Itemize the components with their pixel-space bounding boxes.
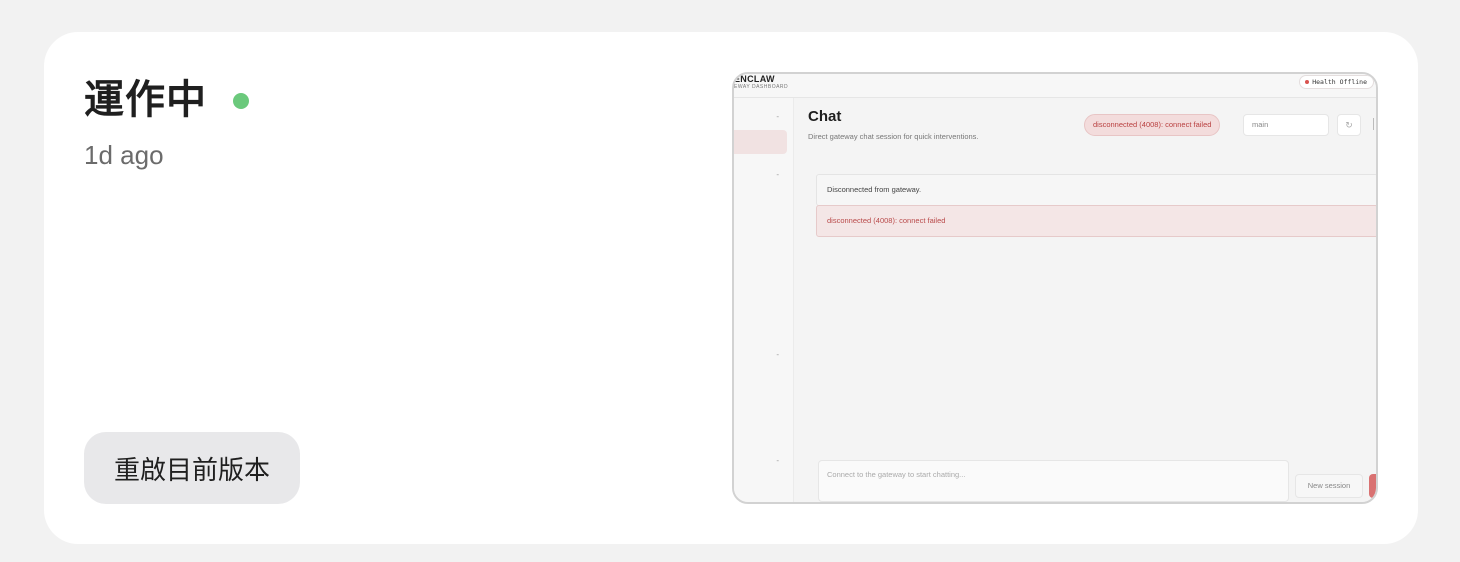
status-card: 運作中 1d ago 重啟目前版本 ENCLAW EWAY DASHBOARD … (44, 32, 1418, 544)
sidebar-dash: - (776, 350, 779, 359)
new-session-button: New session (1295, 474, 1363, 498)
connection-status-badge: disconnected (4008): connect failed (1084, 114, 1221, 136)
preview-brand: ENCLAW (734, 74, 775, 84)
refresh-icon: ↻ (1337, 114, 1361, 136)
last-updated: 1d ago (84, 140, 164, 170)
restart-current-version-button[interactable]: 重啟目前版本 (84, 432, 300, 504)
preview-brand-subtitle: EWAY DASHBOARD (734, 84, 789, 90)
chat-message-error: disconnected (4008): connect failed (816, 205, 1376, 237)
status-row: 運作中 (84, 76, 249, 124)
chat-input: Connect to the gateway to start chatting… (818, 460, 1289, 502)
sidebar-dash: - (776, 112, 779, 121)
preview-topbar: ENCLAW EWAY DASHBOARD Health Offline (734, 74, 1376, 98)
sidebar-dash: - (776, 456, 779, 465)
preview-sidebar: - - - - (734, 98, 794, 502)
status-online-indicator (233, 93, 249, 109)
chat-description: Direct gateway chat session for quick in… (808, 132, 979, 141)
preview-chat-panel: Chat Direct gateway chat session for qui… (794, 98, 1376, 502)
status-title: 運作中 (84, 78, 207, 122)
toolbar-divider (1373, 118, 1374, 130)
sidebar-dash: - (776, 170, 779, 179)
send-button (1369, 474, 1376, 498)
dashboard-preview: ENCLAW EWAY DASHBOARD Health Offline - -… (732, 72, 1378, 504)
session-field: main (1243, 114, 1329, 136)
chat-message-info: Disconnected from gateway. (816, 174, 1376, 206)
chat-title: Chat (808, 108, 842, 125)
health-status-pill: Health Offline (1299, 75, 1374, 89)
sidebar-item-chat-active (734, 130, 787, 154)
